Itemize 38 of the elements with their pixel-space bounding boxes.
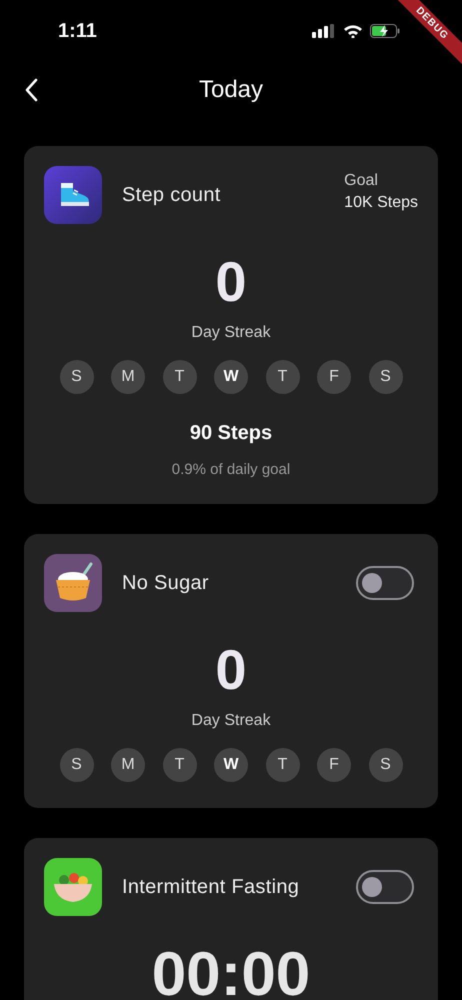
goal-label: Goal xyxy=(344,172,379,190)
habit-title: Step count xyxy=(122,184,222,206)
sneaker-icon xyxy=(44,166,102,224)
salad-bowl-icon xyxy=(44,858,102,916)
streak-count: 0 xyxy=(215,254,247,310)
weekday-circle: S xyxy=(60,360,94,394)
sugar-bowl-icon xyxy=(44,554,102,612)
page-title: Today xyxy=(198,76,264,104)
streak-label: Day Streak xyxy=(191,712,271,730)
weekday-circle: T xyxy=(266,360,300,394)
weekday-circle: F xyxy=(317,360,351,394)
fasting-timer: 00:00 xyxy=(152,944,310,1000)
wifi-icon xyxy=(343,24,363,38)
streak-label: Day Streak xyxy=(191,324,271,342)
habit-card[interactable]: No Sugar 0 Day Streak S M T W T F S xyxy=(24,534,438,808)
weekday-circle: T xyxy=(162,360,196,394)
back-icon xyxy=(24,78,38,102)
weekday-circle: M xyxy=(111,360,145,394)
weekday-circle: W xyxy=(214,748,248,782)
weekday-circle: F xyxy=(317,748,351,782)
weekday-circle: S xyxy=(368,748,402,782)
habit-title: No Sugar xyxy=(122,572,210,594)
weekday-circle: S xyxy=(368,360,402,394)
goal-value: 10K Steps xyxy=(344,194,418,212)
status-time: 1:11 xyxy=(58,20,97,42)
weekday-circle: M xyxy=(111,748,145,782)
signal-icon xyxy=(312,24,336,38)
toggle-switch[interactable] xyxy=(356,566,414,600)
streak-count: 0 xyxy=(215,642,247,698)
habit-title: Intermittent Fasting xyxy=(122,876,300,898)
toggle-switch[interactable] xyxy=(356,870,414,904)
step-total: 90 Steps xyxy=(190,422,272,445)
weekday-circle: T xyxy=(162,748,196,782)
weekday-circle: S xyxy=(60,748,94,782)
habit-card[interactable]: Intermittent Fasting 00:00 xyxy=(24,838,438,1000)
battery-icon xyxy=(370,24,400,38)
weekday-circle: T xyxy=(266,748,300,782)
weekday-circle: W xyxy=(214,360,248,394)
